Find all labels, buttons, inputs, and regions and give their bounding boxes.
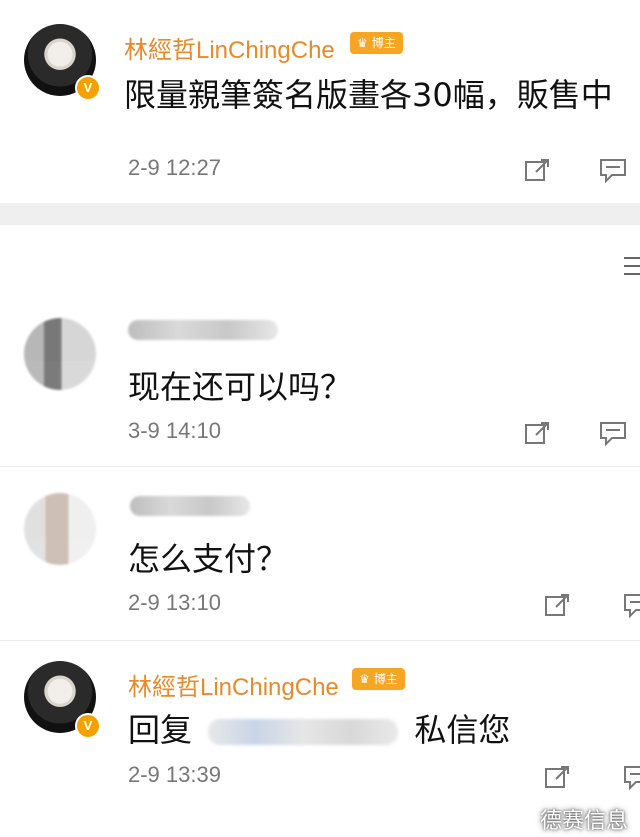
comment-content: 怎么支付？ — [128, 540, 289, 578]
comment-icon[interactable] — [618, 590, 640, 620]
comment-icon[interactable] — [598, 418, 628, 448]
reply-content: 回复 私信您 — [128, 705, 510, 751]
reply-prefix: 回复 — [128, 711, 193, 749]
avatar[interactable] — [24, 318, 96, 390]
blurred-mention — [208, 719, 399, 745]
comment-time: 2-9 13:39 — [128, 762, 221, 787]
comment-time: 3-9 14:10 — [128, 418, 221, 443]
blogger-badge: ♛ 博主 — [350, 32, 403, 54]
share-icon[interactable] — [523, 418, 553, 448]
crown-icon: ♛ — [359, 672, 370, 686]
post-user-name[interactable]: 林經哲LinChingChe — [124, 30, 335, 65]
verified-icon: V — [75, 713, 101, 739]
avatar[interactable] — [24, 493, 96, 565]
post-content: 限量親筆簽名版畫各30幅，販售中 — [124, 76, 613, 114]
crown-icon: ♛ — [357, 36, 368, 50]
blogger-badge-label: 博主 — [373, 672, 398, 686]
menu-icon[interactable] — [624, 252, 640, 280]
divider — [0, 640, 640, 641]
reply-suffix: 私信您 — [414, 711, 511, 749]
comment-icon[interactable] — [598, 155, 628, 185]
comment-icon[interactable] — [618, 762, 640, 792]
share-icon[interactable] — [543, 762, 573, 792]
divider — [0, 466, 640, 467]
blogger-badge-label: 博主 — [371, 36, 396, 50]
comment-content: 现在还可以吗？ — [128, 368, 353, 406]
comment-time: 2-9 13:10 — [128, 590, 221, 615]
reply-user-name[interactable]: 林經哲LinChingChe — [128, 667, 339, 702]
blogger-badge: ♛ 博主 — [352, 668, 405, 690]
share-icon[interactable] — [523, 155, 553, 185]
share-icon[interactable] — [543, 590, 573, 620]
watermark: 德赛信息 — [540, 808, 629, 833]
blurred-user-name — [130, 496, 250, 516]
post-time: 2-9 12:27 — [128, 155, 221, 180]
verified-icon: V — [75, 75, 101, 101]
blurred-user-name — [128, 320, 278, 340]
section-divider-band — [0, 203, 640, 225]
